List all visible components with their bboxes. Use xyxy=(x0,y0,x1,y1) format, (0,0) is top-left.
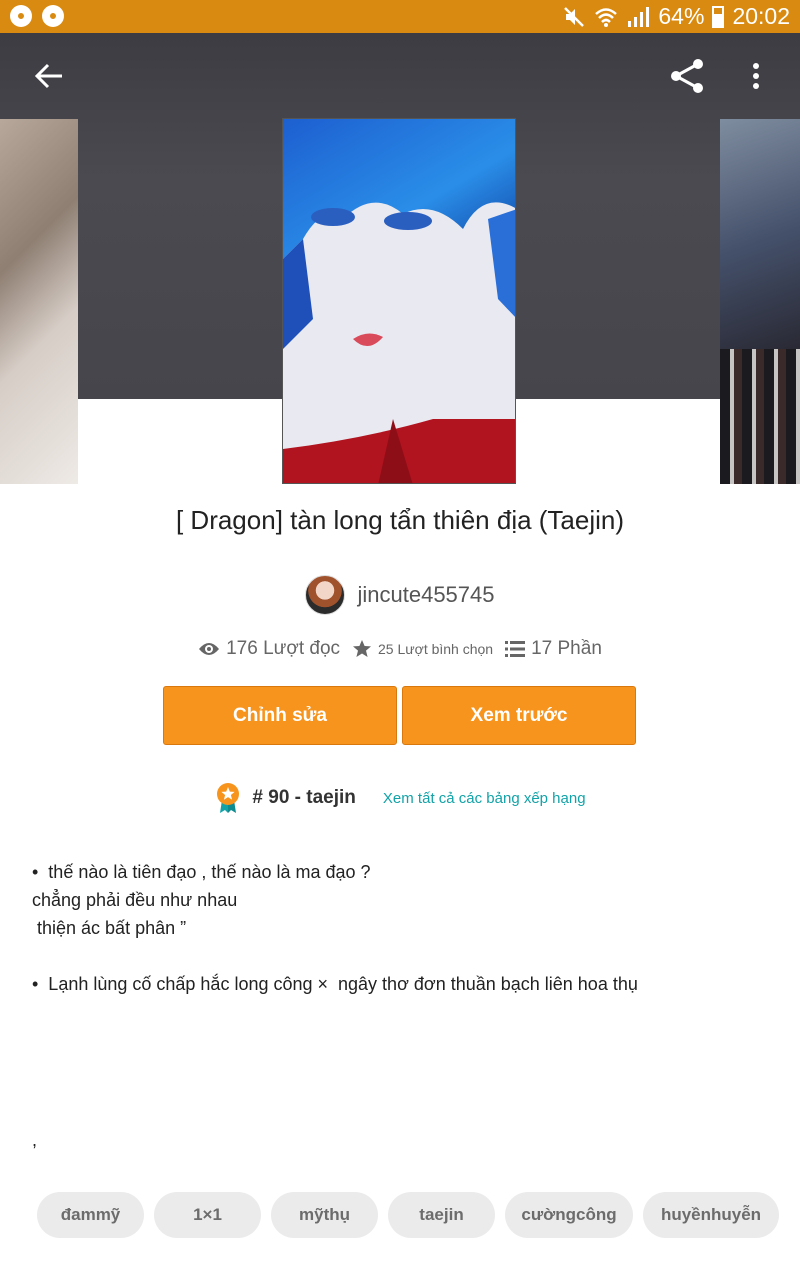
medal-icon xyxy=(217,783,240,813)
share-icon[interactable] xyxy=(666,54,710,98)
chrome-icon xyxy=(10,5,32,27)
mute-icon xyxy=(564,6,585,27)
eye-icon xyxy=(199,643,220,655)
arrow-left-icon[interactable] xyxy=(26,58,70,94)
tag-chip[interactable]: taejin xyxy=(388,1192,495,1238)
more-vert-icon[interactable] xyxy=(740,58,772,94)
signal-icon xyxy=(628,6,650,27)
reads-stat: 176 Lượt đọc xyxy=(198,638,340,660)
author-name[interactable]: jincute455745 xyxy=(357,582,494,608)
list-icon xyxy=(505,641,526,657)
tag-list: đammỹ 1×1 mỹthụ taejin cườngcông huyềnhu… xyxy=(37,1192,779,1238)
wifi-icon xyxy=(595,7,618,27)
preview-button[interactable]: Xem trước xyxy=(402,686,636,745)
story-title: [ Dragon] tàn long tẩn thiên địa (Taejin… xyxy=(175,505,625,535)
rank-label: # 90 - taejin xyxy=(252,787,356,808)
votes-stat: 25 Lượt bình chọn xyxy=(352,639,493,659)
tag-chip[interactable]: huyềnhuyễn xyxy=(643,1192,779,1238)
ranking-row: # 90 - taejin Xem tất cả các bảng xếp hạ… xyxy=(0,782,800,814)
chrome-icon xyxy=(42,5,64,27)
all-rankings-link[interactable]: Xem tất cả các bảng xếp hạng xyxy=(383,790,586,807)
description-line: • thế nào là tiên đạo , thế nào là ma đạ… xyxy=(32,862,371,882)
star-icon xyxy=(353,640,372,657)
author-row[interactable]: jincute455745 xyxy=(0,575,800,615)
description-line xyxy=(32,942,772,970)
cover-prev[interactable] xyxy=(0,119,78,484)
tag-chip[interactable]: cườngcông xyxy=(505,1192,633,1238)
clock: 20:02 xyxy=(732,3,790,29)
status-bar: 64% 20:02 xyxy=(0,0,800,33)
cover-image xyxy=(282,118,516,484)
battery-icon xyxy=(712,5,725,28)
edit-button[interactable]: Chỉnh sửa xyxy=(163,686,397,745)
tag-chip[interactable]: mỹthụ xyxy=(271,1192,378,1238)
tag-chip[interactable]: đammỹ xyxy=(37,1192,144,1238)
story-stats: 176 Lượt đọc 25 Lượt bình chọn 17 Phần xyxy=(0,638,800,660)
tag-chip[interactable]: 1×1 xyxy=(154,1192,261,1238)
battery-percent: 64% xyxy=(658,3,705,29)
description-trailing: , xyxy=(32,1130,38,1150)
description-line: chẳng phải đều như nhau xyxy=(32,890,238,910)
description-line: thiện ác bất phân ” xyxy=(32,918,187,938)
cover-next[interactable] xyxy=(720,119,800,484)
story-description: • thế nào là tiên đạo , thế nào là ma đạ… xyxy=(32,858,772,998)
parts-stat: 17 Phần xyxy=(505,638,602,660)
description-line: • Lạnh lùng cố chấp hắc long công × ngây… xyxy=(32,974,638,994)
avatar[interactable] xyxy=(305,575,346,615)
